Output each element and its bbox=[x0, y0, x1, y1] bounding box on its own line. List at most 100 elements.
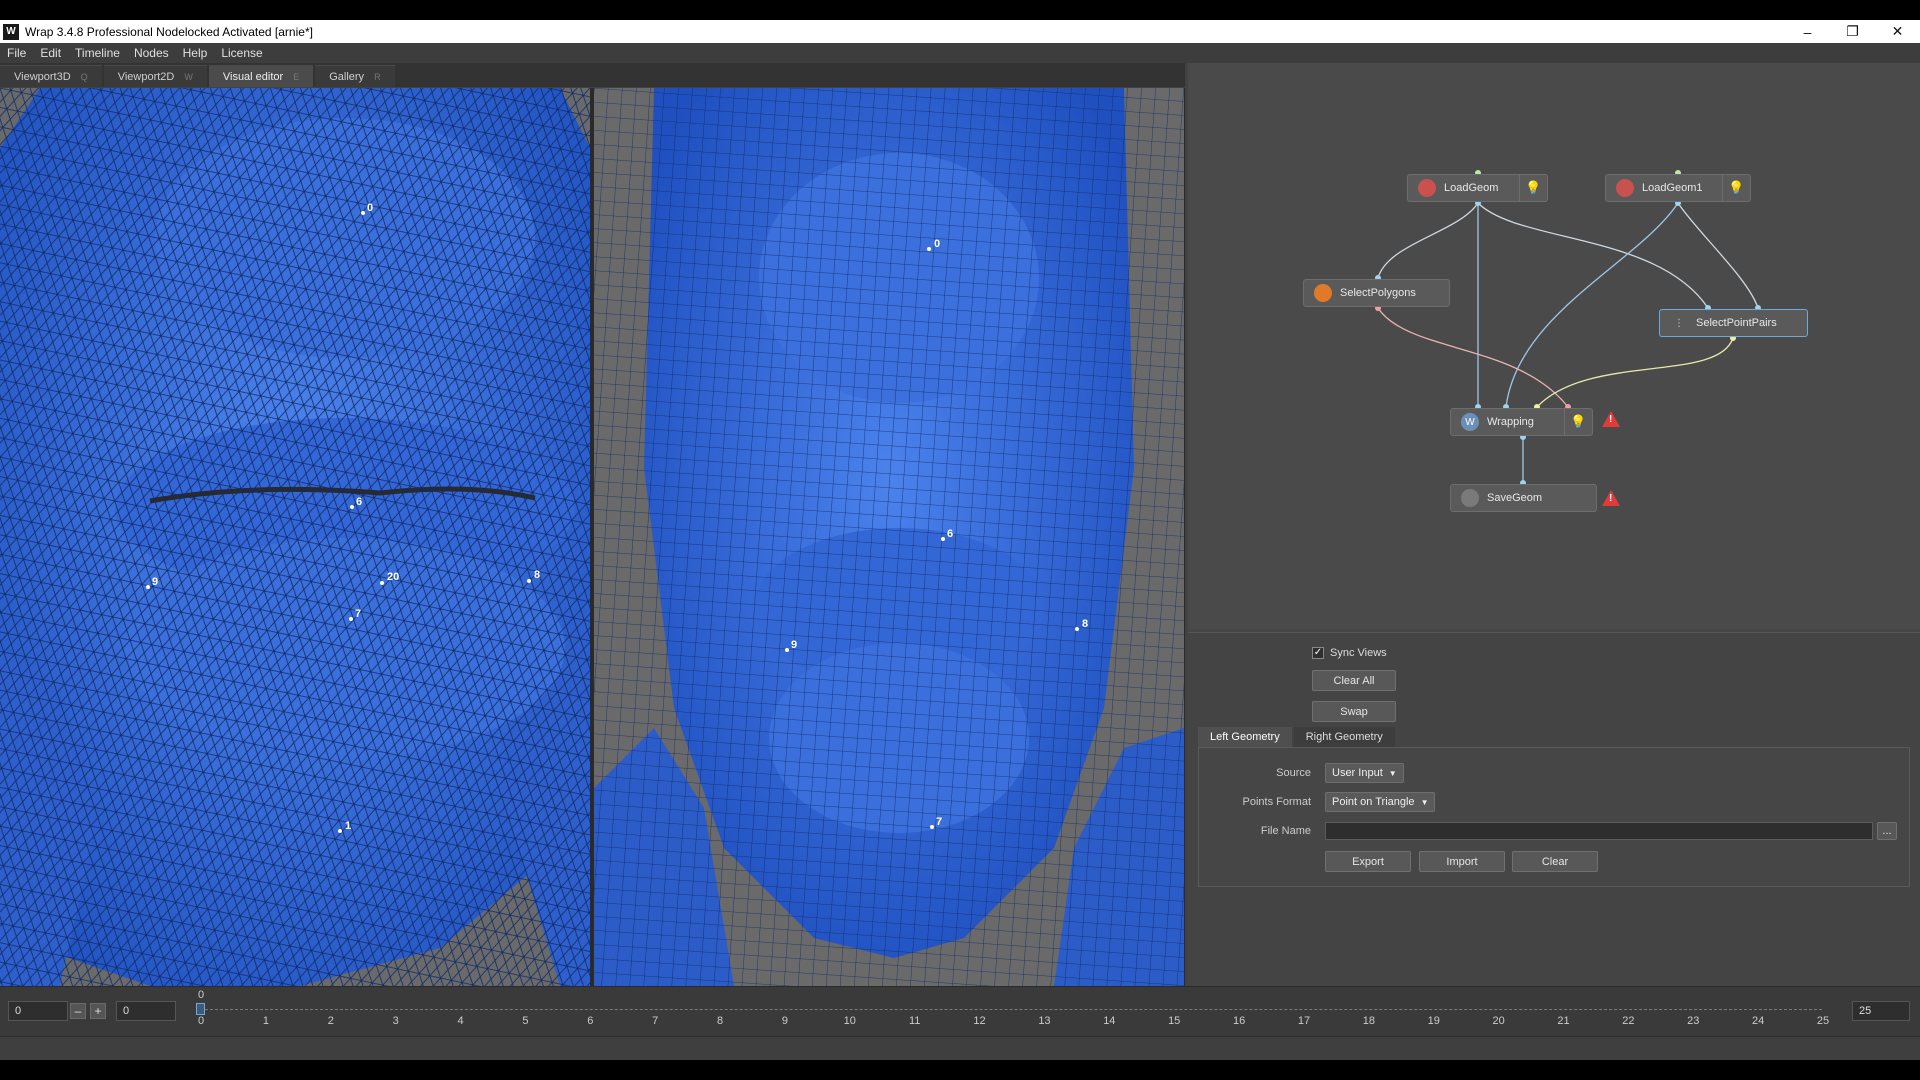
tab-label: Viewport3D bbox=[14, 70, 71, 83]
tab-shortcut: W bbox=[184, 71, 193, 82]
landmark-dot[interactable] bbox=[927, 247, 931, 251]
properties-panel: ✓ Sync Views Clear All Swap Left Geometr… bbox=[1188, 632, 1920, 986]
source-value: User Input bbox=[1332, 767, 1383, 779]
timeline-tick-label: 15 bbox=[1168, 1015, 1181, 1027]
start-frame-field[interactable]: 0 bbox=[8, 1001, 68, 1021]
source-dropdown[interactable]: User Input ▼ bbox=[1325, 763, 1404, 783]
menu-timeline[interactable]: Timeline bbox=[68, 46, 127, 60]
swap-button[interactable]: Swap bbox=[1312, 701, 1396, 722]
node-label: LoadGeom bbox=[1444, 182, 1499, 194]
landmark-dot[interactable] bbox=[941, 537, 945, 541]
landmark-dot[interactable] bbox=[146, 585, 150, 589]
sync-views-checkbox[interactable]: ✓ bbox=[1312, 647, 1324, 659]
menu-edit[interactable]: Edit bbox=[33, 46, 68, 60]
timeline-tick-label: 23 bbox=[1687, 1015, 1700, 1027]
select-polygons-icon bbox=[1314, 284, 1332, 302]
warning-icon[interactable]: ! bbox=[1602, 411, 1620, 427]
landmark-dot[interactable] bbox=[1075, 627, 1079, 631]
right-panel: LoadGeom 💡 LoadGeom1 💡 SelectPolygons ⋮ … bbox=[1188, 63, 1920, 986]
timeline-tick-label: 21 bbox=[1557, 1015, 1570, 1027]
node-label: LoadGeom1 bbox=[1642, 182, 1703, 194]
scan-mesh-render bbox=[0, 88, 590, 986]
sync-views-label: Sync Views bbox=[1330, 647, 1387, 659]
tab-visual-editor[interactable]: Visual editor E bbox=[208, 65, 314, 87]
chevron-down-icon: ▼ bbox=[1420, 797, 1429, 807]
wrap-logo-icon: W bbox=[1461, 413, 1479, 431]
node-savegeom[interactable]: SaveGeom bbox=[1450, 484, 1597, 512]
tab-label: Gallery bbox=[329, 70, 365, 83]
points-format-dropdown[interactable]: Point on Triangle ▼ bbox=[1325, 792, 1436, 812]
playhead-label: 0 bbox=[197, 989, 205, 1001]
tab-viewport3d[interactable]: Viewport3D Q bbox=[0, 65, 102, 87]
export-button[interactable]: Export bbox=[1325, 851, 1411, 872]
minimize-button[interactable]: – bbox=[1785, 20, 1830, 43]
tab-gallery[interactable]: Gallery R bbox=[315, 65, 395, 87]
end-frame-field[interactable]: 25 bbox=[1852, 1001, 1910, 1021]
timeline-ruler[interactable]: 0 0 1 2 3 4 5 6 7 8 9 10 11 12 13 14 15 16 17 18 19 20 21 22 23… bbox=[190, 989, 1840, 1033]
clear-all-button[interactable]: Clear All bbox=[1312, 670, 1396, 691]
menu-license[interactable]: License bbox=[214, 46, 269, 60]
load-geometry-icon bbox=[1616, 179, 1634, 197]
timeline-tick-label: 13 bbox=[1038, 1015, 1051, 1027]
tab-right-geometry[interactable]: Right Geometry bbox=[1293, 727, 1395, 747]
node-graph-editor[interactable]: LoadGeom 💡 LoadGeom1 💡 SelectPolygons ⋮ … bbox=[1188, 63, 1920, 629]
warning-icon[interactable]: ! bbox=[1602, 490, 1620, 506]
left-geometry-viewport[interactable]: 0 6 9 20 8 7 1 bbox=[0, 88, 590, 986]
menu-help[interactable]: Help bbox=[176, 46, 215, 60]
landmark-dot[interactable] bbox=[527, 579, 531, 583]
landmark-label: 7 bbox=[355, 608, 362, 620]
landmark-dot[interactable] bbox=[930, 825, 934, 829]
ruler-track bbox=[200, 1009, 1822, 1010]
landmark-label: 9 bbox=[152, 576, 159, 588]
import-button[interactable]: Import bbox=[1419, 851, 1505, 872]
landmark-dot[interactable] bbox=[380, 581, 384, 585]
landmark-label: 1 bbox=[345, 820, 352, 832]
menu-file[interactable]: File bbox=[0, 46, 33, 60]
file-name-field[interactable] bbox=[1325, 822, 1873, 840]
timeline-tick-label: 7 bbox=[652, 1015, 659, 1027]
source-label: Source bbox=[1276, 767, 1311, 779]
visibility-bulb-icon[interactable]: 💡 bbox=[1722, 175, 1750, 201]
node-selectpointpairs[interactable]: ⋮ SelectPointPairs bbox=[1659, 309, 1808, 337]
menu-nodes[interactable]: Nodes bbox=[127, 46, 176, 60]
timeline-tick-label: 17 bbox=[1297, 1015, 1311, 1027]
close-button[interactable]: ✕ bbox=[1875, 20, 1920, 43]
main-area: Viewport3D Q Viewport2D W Visual editor … bbox=[0, 63, 1920, 986]
node-connections bbox=[1375, 170, 1761, 486]
node-wrapping[interactable]: W Wrapping 💡 bbox=[1450, 408, 1593, 436]
warning-glyph: ! bbox=[1609, 414, 1613, 425]
landmark-dot[interactable] bbox=[361, 211, 365, 215]
tab-viewport2d[interactable]: Viewport2D W bbox=[103, 65, 207, 87]
geometry-subtabs: Left Geometry Right Geometry bbox=[1198, 727, 1397, 747]
timeline-tick-label: 4 bbox=[457, 1015, 464, 1027]
clear-button[interactable]: Clear bbox=[1512, 851, 1598, 872]
right-geometry-viewport[interactable]: 0 6 9 8 7 bbox=[594, 88, 1184, 986]
browse-button[interactable]: ... bbox=[1877, 822, 1897, 840]
timeline-tick-label: 8 bbox=[716, 1015, 724, 1027]
landmark-dot[interactable] bbox=[785, 648, 789, 652]
decrement-button[interactable]: – bbox=[70, 1003, 86, 1019]
node-loadgeom1[interactable]: LoadGeom1 💡 bbox=[1605, 174, 1751, 202]
tab-left-geometry[interactable]: Left Geometry bbox=[1198, 727, 1292, 747]
landmark-dot[interactable] bbox=[349, 617, 353, 621]
timeline-bar: 0 – + 0 0 0 1 2 3 4 5 6 7 8 9 10 11 12 13 14 15 16 17 18 19… bbox=[0, 986, 1920, 1036]
save-geometry-icon bbox=[1461, 489, 1479, 507]
node-label: Wrapping bbox=[1487, 416, 1534, 428]
playhead-handle[interactable] bbox=[196, 1003, 205, 1015]
node-loadgeom[interactable]: LoadGeom 💡 bbox=[1407, 174, 1548, 202]
landmark-label: 8 bbox=[1082, 618, 1089, 630]
current-frame-field[interactable]: 0 bbox=[116, 1001, 176, 1021]
visibility-bulb-icon[interactable]: 💡 bbox=[1519, 175, 1547, 201]
points-format-value: Point on Triangle bbox=[1332, 796, 1415, 808]
maximize-button[interactable]: ❐ bbox=[1830, 20, 1875, 43]
increment-button[interactable]: + bbox=[90, 1003, 106, 1019]
sync-views-row: ✓ Sync Views bbox=[1312, 647, 1387, 659]
timeline-tick-label: 1 bbox=[262, 1015, 269, 1027]
timeline-tick-label: 3 bbox=[392, 1015, 399, 1027]
timeline-tick-label: 2 bbox=[327, 1015, 334, 1027]
visibility-bulb-icon[interactable]: 💡 bbox=[1564, 409, 1592, 435]
tab-label: Viewport2D bbox=[117, 70, 175, 83]
node-selectpolygons[interactable]: SelectPolygons bbox=[1303, 279, 1450, 307]
landmark-dot[interactable] bbox=[338, 829, 342, 833]
landmark-dot[interactable] bbox=[350, 505, 354, 509]
